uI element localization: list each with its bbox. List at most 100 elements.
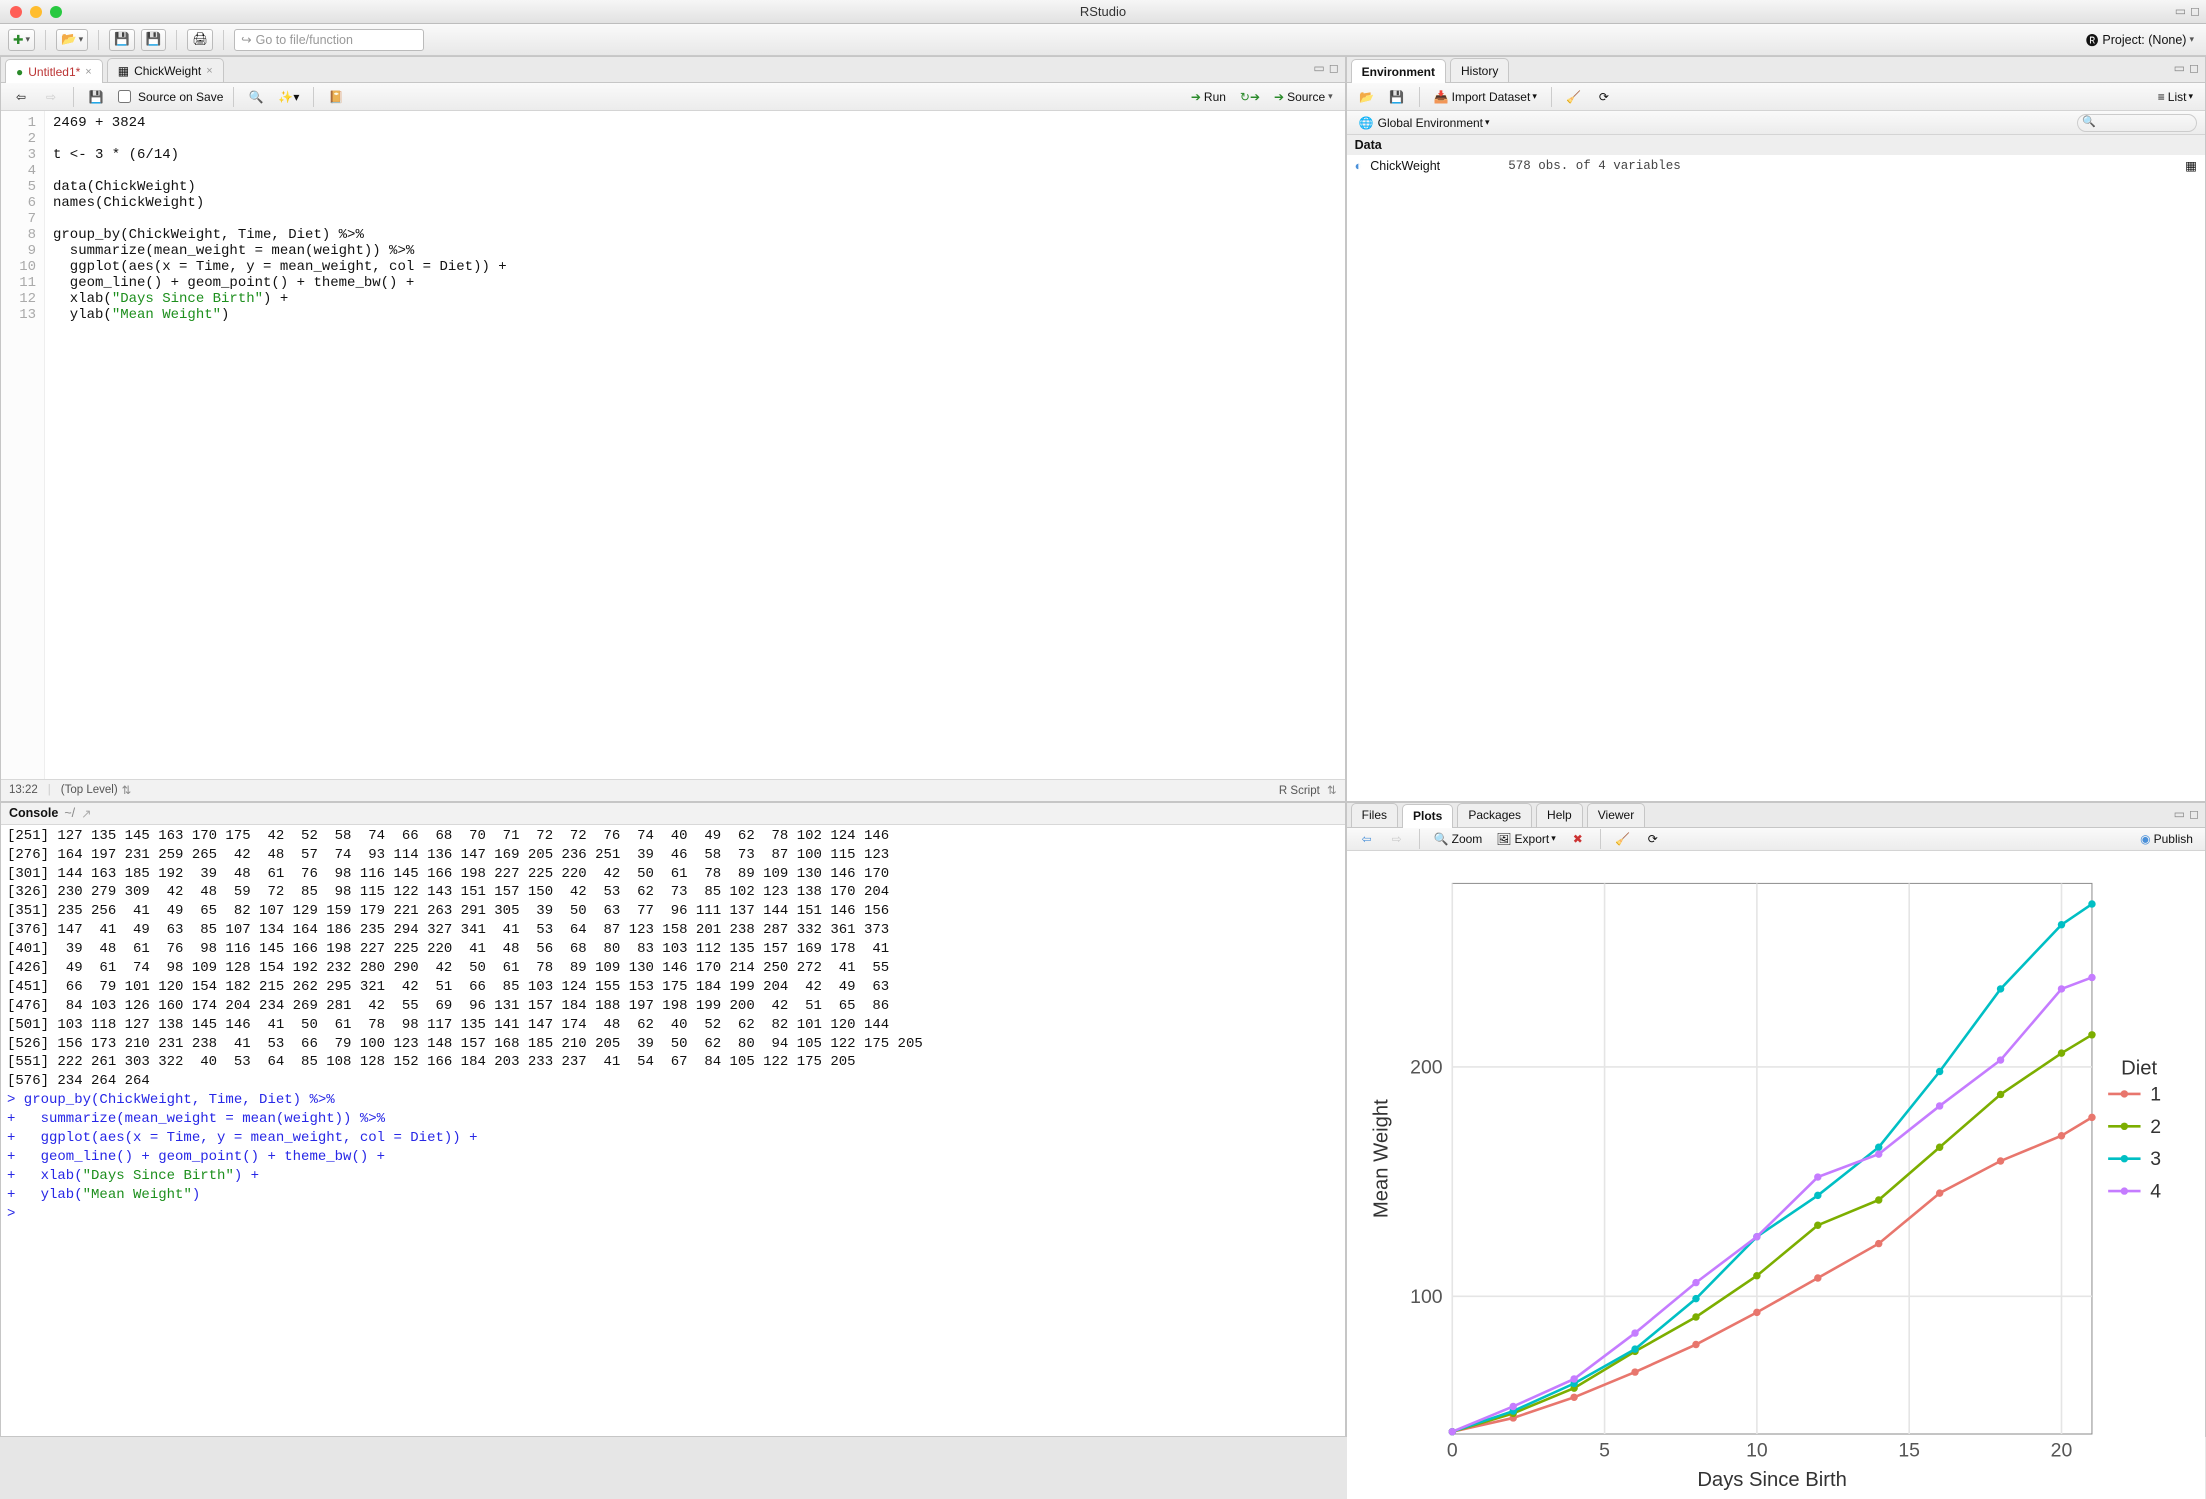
plot-next-button[interactable]: ⇨ xyxy=(1385,828,1409,850)
arrow-right-icon: ⇨ xyxy=(1392,832,1402,846)
minimize-window-button[interactable] xyxy=(30,6,42,18)
env-item-desc: 578 obs. of 4 variables xyxy=(1508,159,1681,173)
arrow-left-icon: ⇦ xyxy=(1362,832,1372,846)
load-workspace-button[interactable]: 📂 xyxy=(1355,86,1379,108)
maximize-window-button[interactable] xyxy=(50,6,62,18)
refresh-env-button[interactable]: ⟳ xyxy=(1592,86,1616,108)
checkbox-input[interactable] xyxy=(118,90,131,103)
open-file-button[interactable]: 📂▾ xyxy=(56,29,88,51)
save-button[interactable]: 💾 xyxy=(109,29,135,51)
refresh-plot-button[interactable]: ⟳ xyxy=(1641,828,1665,850)
save-all-button[interactable]: 💾 xyxy=(141,29,167,51)
bottom-tabs: Files Plots Packages Help Viewer ▭ ◻ xyxy=(1347,803,2205,828)
view-mode-label: List xyxy=(2168,90,2187,104)
arrow-left-icon: ⇦ xyxy=(16,90,26,104)
popout-icon[interactable]: ↗ xyxy=(81,806,91,821)
plus-icon: ✚ xyxy=(13,32,23,47)
wand-button[interactable]: ✨▾ xyxy=(274,86,303,108)
save-all-icon: 💾 xyxy=(146,32,162,47)
notebook-button[interactable]: 📔 xyxy=(324,86,348,108)
run-button[interactable]: ➔ Run xyxy=(1187,86,1230,108)
tab-help[interactable]: Help xyxy=(1536,803,1583,827)
rerun-button[interactable]: ↻➔ xyxy=(1236,86,1264,108)
source-tabs: ● Untitled1* × ▦ ChickWeight × ▭ ◻ xyxy=(1,57,1345,83)
view-mode-button[interactable]: ≡ List▾ xyxy=(2154,86,2197,108)
find-button[interactable]: 🔍 xyxy=(244,86,268,108)
code-body[interactable]: 2469 + 3824 t <- 3 * (6/14) data(ChickWe… xyxy=(45,111,515,779)
svg-text:5: 5 xyxy=(1599,1439,1610,1461)
close-window-button[interactable] xyxy=(10,6,22,18)
source-on-save-checkbox[interactable]: Source on Save xyxy=(114,87,223,106)
language-indicator[interactable]: R Script xyxy=(1279,785,1320,797)
tab-history[interactable]: History xyxy=(1450,58,1509,82)
clear-plots-button[interactable]: 🧹 xyxy=(1611,828,1635,850)
plot-prev-button[interactable]: ⇦ xyxy=(1355,828,1379,850)
grid-icon[interactable]: ▦ xyxy=(2185,158,2197,173)
import-dataset-button[interactable]: 📥 Import Dataset▾ xyxy=(1430,86,1541,108)
print-button[interactable]: 🖨 xyxy=(187,29,213,51)
source-button[interactable]: ➔ Source ▾ xyxy=(1270,86,1337,108)
back-button[interactable]: ⇦ xyxy=(9,86,33,108)
minimize-pane-icon[interactable]: ▭ xyxy=(2174,61,2185,75)
export-button[interactable]: 🖼Export▾ xyxy=(1492,828,1559,850)
save-doc-button[interactable]: 💾 xyxy=(84,86,108,108)
minimize-pane-icon[interactable]: ▭ xyxy=(1313,61,1324,75)
tab-plots[interactable]: Plots xyxy=(1402,804,1453,828)
new-file-button[interactable]: ✚▾ xyxy=(8,29,35,51)
close-tab-icon[interactable]: × xyxy=(85,66,91,78)
tab-packages[interactable]: Packages xyxy=(1457,803,1532,827)
publish-button[interactable]: ◉Publish xyxy=(2136,828,2197,850)
env-item-chickweight[interactable]: ◐ ChickWeight 578 obs. of 4 variables ▦ xyxy=(1347,155,2205,176)
import-icon: 📥 xyxy=(1434,90,1449,104)
svg-text:0: 0 xyxy=(1447,1439,1458,1461)
env-tabs: Environment History ▭ ◻ xyxy=(1347,57,2205,83)
maximize-pane-icon[interactable]: ◻ xyxy=(1329,61,1339,75)
project-menu[interactable]: 🅡 Project: (None) ▾ xyxy=(2082,29,2198,51)
source-tab-chickweight[interactable]: ▦ ChickWeight × xyxy=(107,58,224,82)
env-toolbar: 📂 💾 📥 Import Dataset▾ 🧹 ⟳ ≡ List▾ xyxy=(1347,83,2205,111)
close-tab-icon[interactable]: × xyxy=(206,65,212,77)
source-tab-untitled1[interactable]: ● Untitled1* × xyxy=(5,59,103,83)
minimize-pane-icon[interactable]: ▭ xyxy=(2175,4,2186,18)
env-section-header: Data xyxy=(1347,135,2205,155)
goto-file-input[interactable]: ↪ Go to file/function xyxy=(234,29,424,51)
env-search-input[interactable] xyxy=(2077,114,2197,132)
minimize-pane-icon[interactable]: ▭ xyxy=(2174,807,2185,821)
expand-icon[interactable]: ◐ xyxy=(1355,159,1363,173)
export-icon: 🖼 xyxy=(1496,832,1511,846)
environment-pane: Environment History ▭ ◻ 📂 💾 📥 Import Dat… xyxy=(1346,56,2206,802)
tab-viewer[interactable]: Viewer xyxy=(1587,803,1645,827)
source-icon: ➔ xyxy=(1274,90,1284,104)
clear-env-button[interactable]: 🧹 xyxy=(1562,86,1586,108)
notebook-icon: 📔 xyxy=(329,90,344,104)
env-scope-selector[interactable]: 🌐 Global Environment▾ xyxy=(1355,112,1494,134)
maximize-pane-icon[interactable]: ◻ xyxy=(2189,61,2199,75)
svg-text:Diet: Diet xyxy=(2121,1057,2157,1079)
save-workspace-button[interactable]: 💾 xyxy=(1385,86,1409,108)
zoom-icon: 🔍 xyxy=(1434,832,1449,846)
env-body: Data ◐ ChickWeight 578 obs. of 4 variabl… xyxy=(1347,135,2205,801)
separator xyxy=(176,30,177,50)
rerun-icon: ↻➔ xyxy=(1240,90,1260,104)
maximize-pane-icon[interactable]: ◻ xyxy=(2190,4,2200,18)
tab-files[interactable]: Files xyxy=(1351,803,1398,827)
svg-text:4: 4 xyxy=(2150,1180,2161,1202)
plot-toolbar: ⇦ ⇨ 🔍Zoom 🖼Export▾ ✖ 🧹 ⟳ ◉Publish xyxy=(1347,828,2205,851)
forward-button[interactable]: ⇨ xyxy=(39,86,63,108)
code-editor[interactable]: 12345678910111213 2469 + 3824 t <- 3 * (… xyxy=(1,111,1345,779)
arrow-icon: ↪ xyxy=(241,32,251,47)
project-label: Project: (None) xyxy=(2102,33,2186,47)
console-body[interactable]: [251] 127 135 145 163 170 175 42 52 58 7… xyxy=(1,825,1345,1436)
maximize-pane-icon[interactable]: ◻ xyxy=(2189,807,2199,821)
tab-environment[interactable]: Environment xyxy=(1351,59,1446,83)
list-icon: ≡ xyxy=(2158,90,2165,104)
console-pane: Console ~/ ↗ ▭ ◻ [251] 127 135 145 163 1… xyxy=(0,802,1346,1437)
main-toolbar: ✚▾ 📂▾ 💾 💾 🖨 ↪ Go to file/function 🅡 Proj… xyxy=(0,24,2206,56)
scope-indicator[interactable]: (Top Level) xyxy=(61,784,118,796)
globe-icon: 🌐 xyxy=(1359,116,1374,130)
tab-label: Untitled1* xyxy=(28,65,80,79)
console-header: Console ~/ ↗ ▭ ◻ xyxy=(1,803,1345,825)
zoom-button[interactable]: 🔍Zoom xyxy=(1430,828,1487,850)
svg-text:Days Since Birth: Days Since Birth xyxy=(1697,1469,1847,1491)
remove-plot-button[interactable]: ✖ xyxy=(1566,828,1590,850)
